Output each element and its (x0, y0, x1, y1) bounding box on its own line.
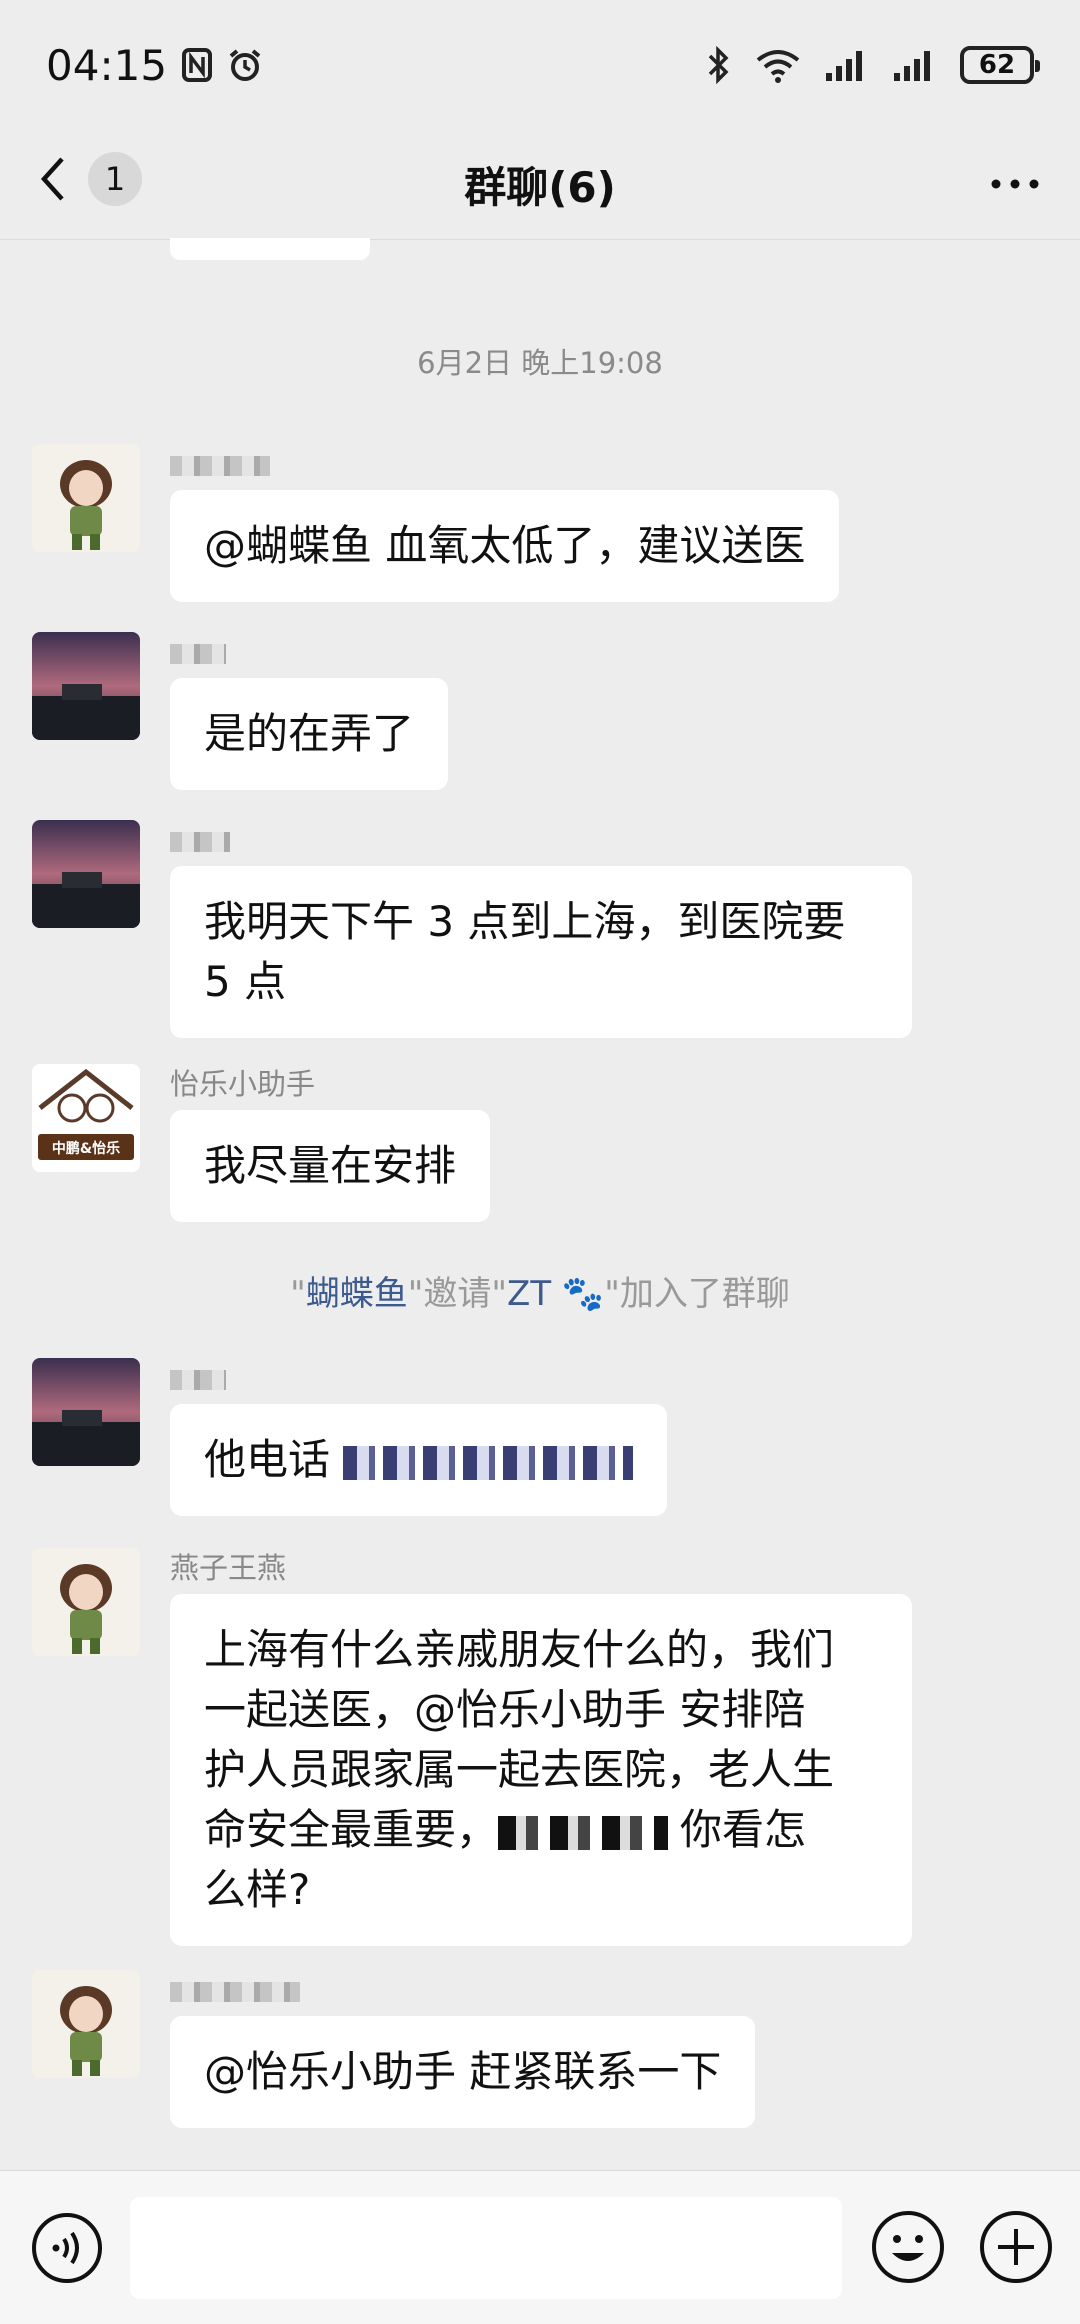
avatar[interactable] (32, 1358, 140, 1466)
message-line: 我明天下午 3 点到上海，到医院要 (204, 897, 846, 946)
wifi-icon (756, 50, 800, 83)
unread-count-badge: 1 (88, 152, 142, 206)
voice-icon[interactable] (30, 2211, 104, 2285)
avatar[interactable] (32, 1970, 140, 2078)
status-time: 04:15 (46, 40, 168, 90)
message-input[interactable] (130, 2197, 842, 2299)
plus-icon[interactable] (978, 2209, 1054, 2285)
message-row: @怡乐小助手 赶紧联系一下 (32, 1970, 756, 2128)
message-row: 他电话 (32, 1358, 668, 1516)
message-line: 上海有什么亲戚朋友什么的，我们 (204, 1625, 835, 1674)
redacted-phone (343, 1445, 634, 1480)
message-row: 我明天下午 3 点到上海，到医院要 5 点 (32, 820, 912, 1038)
more-icon[interactable] (990, 164, 1040, 204)
avatar[interactable] (32, 1548, 140, 1656)
chat-header: 1 群聊(6) (0, 130, 1080, 240)
message-line: 一起送医，@怡乐小助手 安排陪 (204, 1685, 806, 1734)
back-button[interactable]: 1 (38, 152, 142, 206)
message-bubble[interactable]: @蝴蝶鱼 血氧太低了，建议送医 (170, 490, 840, 602)
sender-name (170, 1970, 755, 2010)
sender-name (170, 820, 912, 860)
page-title: 群聊(6) (464, 163, 616, 212)
message-line: 么样? (204, 1865, 311, 1914)
message-row: 中鹏&怡乐 怡乐小助手 我尽量在安排 (32, 1064, 491, 1222)
message-bubble[interactable]: 我尽量在安排 (170, 1110, 491, 1222)
avatar[interactable] (32, 444, 140, 552)
invitee-link[interactable]: ZT 🐾 (507, 1274, 604, 1314)
message-text: 他电话 (204, 1435, 331, 1484)
bluetooth-icon (708, 46, 729, 84)
message-bubble[interactable]: 上海有什么亲戚朋友什么的，我们 一起送医，@怡乐小助手 安排陪 护人员跟家属一起… (170, 1594, 912, 1946)
system-message: "蝴蝶鱼"邀请"ZT 🐾"加入了群聊 (290, 1274, 790, 1314)
message-bubble[interactable]: 他电话 (170, 1404, 668, 1516)
avatar[interactable] (32, 632, 140, 740)
message-row: @蝴蝶鱼 血氧太低了，建议送医 (32, 444, 840, 602)
message-bubble[interactable]: 是的在弄了 (170, 678, 449, 790)
sender-name: 燕子王燕 (170, 1551, 287, 1585)
avatar-label: 中鹏&怡乐 (51, 1141, 121, 1157)
battery-indicator: 62 (960, 46, 1040, 84)
status-left: 04:15 (46, 41, 263, 90)
avatar[interactable]: 中鹏&怡乐 (32, 1064, 140, 1172)
sender-name (170, 632, 448, 672)
input-bar (0, 2170, 1080, 2324)
timestamp: 6月2日 晚上19:08 (417, 346, 663, 380)
chevron-left-icon (40, 157, 64, 201)
status-bar: 04:15 62 (0, 0, 1080, 130)
nfc-icon (182, 48, 213, 82)
previous-message-bubble (170, 238, 370, 260)
avatar[interactable] (32, 820, 140, 928)
message-line: 护人员跟家属一起去医院，老人生 (204, 1745, 835, 1794)
sender-name: 怡乐小助手 (170, 1067, 316, 1101)
message-bubble[interactable]: 我明天下午 3 点到上海，到医院要 5 点 (170, 866, 912, 1038)
battery-level: 62 (978, 50, 1016, 80)
sender-name (170, 444, 839, 484)
message-line: 命安全最重要， 你看怎 (204, 1805, 807, 1854)
sender-name (170, 1358, 667, 1398)
emoji-icon[interactable] (870, 2209, 946, 2285)
signal-icon-2 (894, 51, 930, 81)
inviter-link[interactable]: 蝴蝶鱼 (306, 1274, 408, 1314)
status-right: 62 (706, 46, 1040, 84)
message-bubble[interactable]: @怡乐小助手 赶紧联系一下 (170, 2016, 756, 2128)
message-line: 5 点 (204, 957, 287, 1006)
signal-icon-1 (826, 51, 862, 81)
message-row: 是的在弄了 (32, 632, 449, 790)
message-row: 燕子王燕 上海有什么亲戚朋友什么的，我们 一起送医，@怡乐小助手 安排陪 护人员… (32, 1548, 912, 1946)
alarm-icon (229, 49, 261, 81)
redacted-name (498, 1815, 669, 1850)
